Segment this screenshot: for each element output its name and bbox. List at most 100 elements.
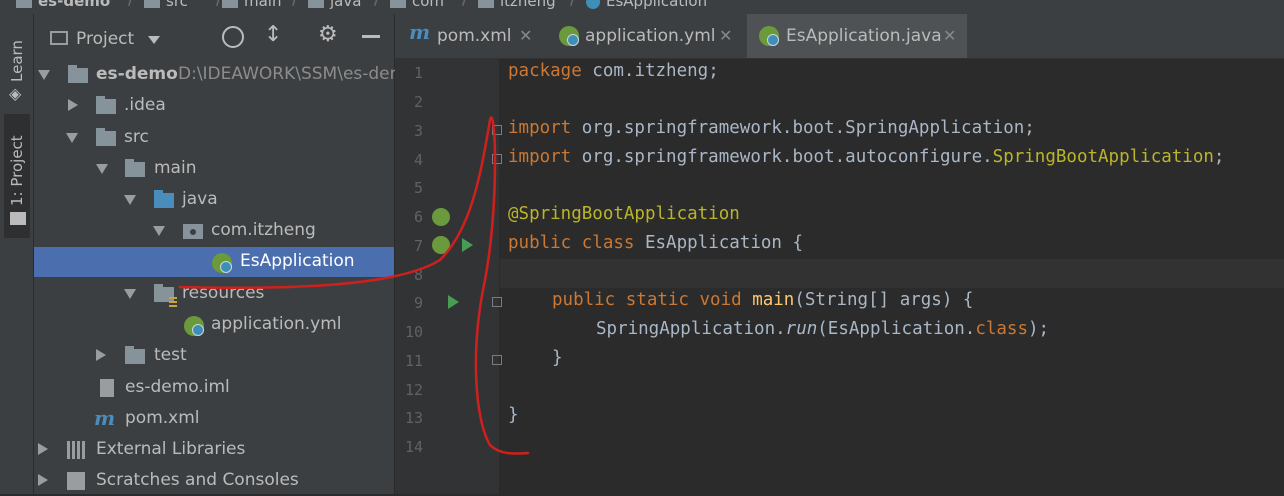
package-icon — [390, 0, 406, 8]
tab-application-yml[interactable]: application.yml ✕ — [545, 14, 743, 58]
chevron-right-icon[interactable] — [38, 474, 48, 486]
hide-panel-icon[interactable] — [362, 35, 380, 38]
tree-item-label: com.itzheng — [211, 220, 316, 240]
fold-marker-icon[interactable] — [492, 355, 502, 365]
fold-marker-icon[interactable] — [492, 125, 502, 135]
breadcrumb-item-java[interactable]: java — [308, 0, 361, 10]
learn-icon: ◈ — [9, 84, 22, 103]
annotation: @SpringBootApplication — [508, 204, 740, 224]
chevron-down-icon[interactable] — [96, 164, 108, 174]
line-number: 3 — [413, 122, 423, 140]
code-text: org.springframework.boot.SpringApplicati… — [571, 118, 1035, 138]
tab-esapplication-java[interactable]: EsApplication.java ✕ — [747, 14, 967, 58]
resources-marker-icon — [169, 297, 177, 307]
tree-item-external-libraries[interactable]: External Libraries — [34, 435, 394, 465]
tree-item-test[interactable]: test — [34, 341, 394, 371]
chevron-down-icon[interactable] — [38, 70, 50, 80]
breadcrumb-item-itzheng[interactable]: itzheng — [478, 0, 556, 10]
chevron-down-icon[interactable] — [124, 195, 136, 205]
breadcrumb-item-project[interactable]: es-demo — [16, 0, 110, 10]
code-text: (String[] args) { — [794, 290, 974, 310]
tool-window-strip: Learn ◈ 1: Project — [0, 14, 34, 494]
folder-icon — [125, 159, 145, 177]
code-line-6: @SpringBootApplication — [508, 204, 740, 224]
line-number: 7 — [413, 237, 423, 255]
folder-icon — [308, 0, 324, 8]
project-tab-label: 1: Project — [8, 135, 26, 206]
keyword: import — [508, 118, 572, 138]
project-tab[interactable]: 1: Project — [4, 114, 30, 238]
locate-icon[interactable] — [222, 26, 244, 48]
breadcrumb-item-main[interactable]: main — [222, 0, 281, 10]
close-icon[interactable]: ✕ — [943, 26, 956, 45]
project-panel-header: Project ↕ ⚙ — [34, 22, 394, 52]
tree-item-es-demo-iml[interactable]: es-demo.iml — [34, 373, 394, 403]
method-name: run — [785, 319, 818, 339]
keyword: public class — [508, 233, 635, 253]
code-line-3: import org.springframework.boot.SpringAp… — [508, 118, 1035, 138]
learn-tab[interactable]: Learn ◈ — [4, 18, 30, 108]
code-text: } — [552, 348, 563, 368]
tree-item-label: External Libraries — [96, 439, 246, 459]
spring-class-icon — [212, 253, 232, 273]
tree-item-label: java — [182, 189, 218, 209]
run-icon[interactable] — [448, 295, 459, 309]
folder-icon — [96, 128, 116, 146]
chevron-right-icon[interactable] — [68, 99, 78, 111]
chevron-right-icon[interactable] — [96, 349, 106, 361]
learn-tab-label: Learn — [8, 40, 26, 82]
tree-item-java[interactable]: java — [34, 185, 394, 215]
tab-label: EsApplication.java — [786, 26, 942, 46]
chevron-down-icon[interactable] — [66, 133, 78, 143]
package-icon — [183, 224, 203, 239]
tree-item-com-itzheng[interactable]: com.itzheng — [34, 216, 394, 246]
code-text: EsApplication { — [634, 233, 804, 253]
spring-bean-icon[interactable] — [432, 208, 450, 226]
chevron-down-icon[interactable] — [153, 226, 165, 236]
tree-item-application-yml[interactable]: application.yml — [34, 310, 394, 340]
line-number: 1 — [413, 64, 423, 82]
tree-item-es-demo[interactable]: es-demo D:\IDEAWORK\SSM\es-dem — [34, 60, 406, 90]
keyword: import — [508, 147, 572, 167]
run-icon[interactable] — [462, 238, 473, 252]
breadcrumb-separator: / — [128, 0, 134, 9]
tree-item-pom-xml[interactable]: m pom.xml — [34, 404, 394, 434]
tab-pom-xml[interactable]: m pom.xml ✕ — [395, 14, 543, 58]
project-path: D:\IDEAWORK\SSM\es-dem — [178, 64, 407, 84]
close-icon[interactable]: ✕ — [519, 26, 532, 45]
spring-config-icon — [184, 316, 204, 336]
breadcrumb-item-com[interactable]: com — [390, 0, 444, 10]
tree-item-resources[interactable]: resources — [34, 279, 394, 309]
line-number: 12 — [404, 381, 423, 399]
tree-item-label: resources — [182, 283, 265, 303]
breadcrumb-item-src[interactable]: src — [144, 0, 188, 10]
close-icon[interactable]: ✕ — [719, 26, 732, 45]
keyword: class — [975, 319, 1028, 339]
spring-class-icon — [586, 0, 600, 9]
collapse-all-icon[interactable]: ↕ — [264, 22, 282, 47]
fold-marker-icon[interactable] — [492, 297, 502, 307]
tree-item-scratches[interactable]: Scratches and Consoles — [34, 466, 394, 496]
line-number: 13 — [404, 409, 423, 427]
breadcrumb-separator: / — [570, 0, 576, 9]
tree-item-esapplication[interactable]: EsApplication — [34, 247, 394, 277]
tree-item-src[interactable]: src — [34, 123, 394, 153]
code-text: ); — [1028, 319, 1050, 339]
folder-icon — [125, 346, 145, 364]
line-number: 6 — [413, 208, 423, 226]
breadcrumb-item-class[interactable]: EsApplication — [586, 0, 707, 10]
tree-item-label: .idea — [124, 95, 166, 115]
source-folder-icon — [154, 190, 174, 208]
project-view-title[interactable]: Project — [76, 29, 134, 49]
chevron-down-icon[interactable] — [148, 36, 160, 44]
gear-icon[interactable]: ⚙ — [318, 22, 338, 47]
chevron-right-icon[interactable] — [38, 443, 48, 455]
project-panel: Project ↕ ⚙ es-demo D:\IDEAWORK\SSM\es-d… — [34, 14, 406, 496]
tree-item-idea[interactable]: .idea — [34, 91, 394, 121]
chevron-down-icon[interactable] — [124, 289, 136, 299]
breadcrumb-separator: / — [374, 0, 380, 9]
line-number: 4 — [413, 151, 423, 169]
tree-item-main[interactable]: main — [34, 154, 394, 184]
spring-bean-icon[interactable] — [432, 236, 450, 254]
fold-marker-icon[interactable] — [492, 154, 502, 164]
